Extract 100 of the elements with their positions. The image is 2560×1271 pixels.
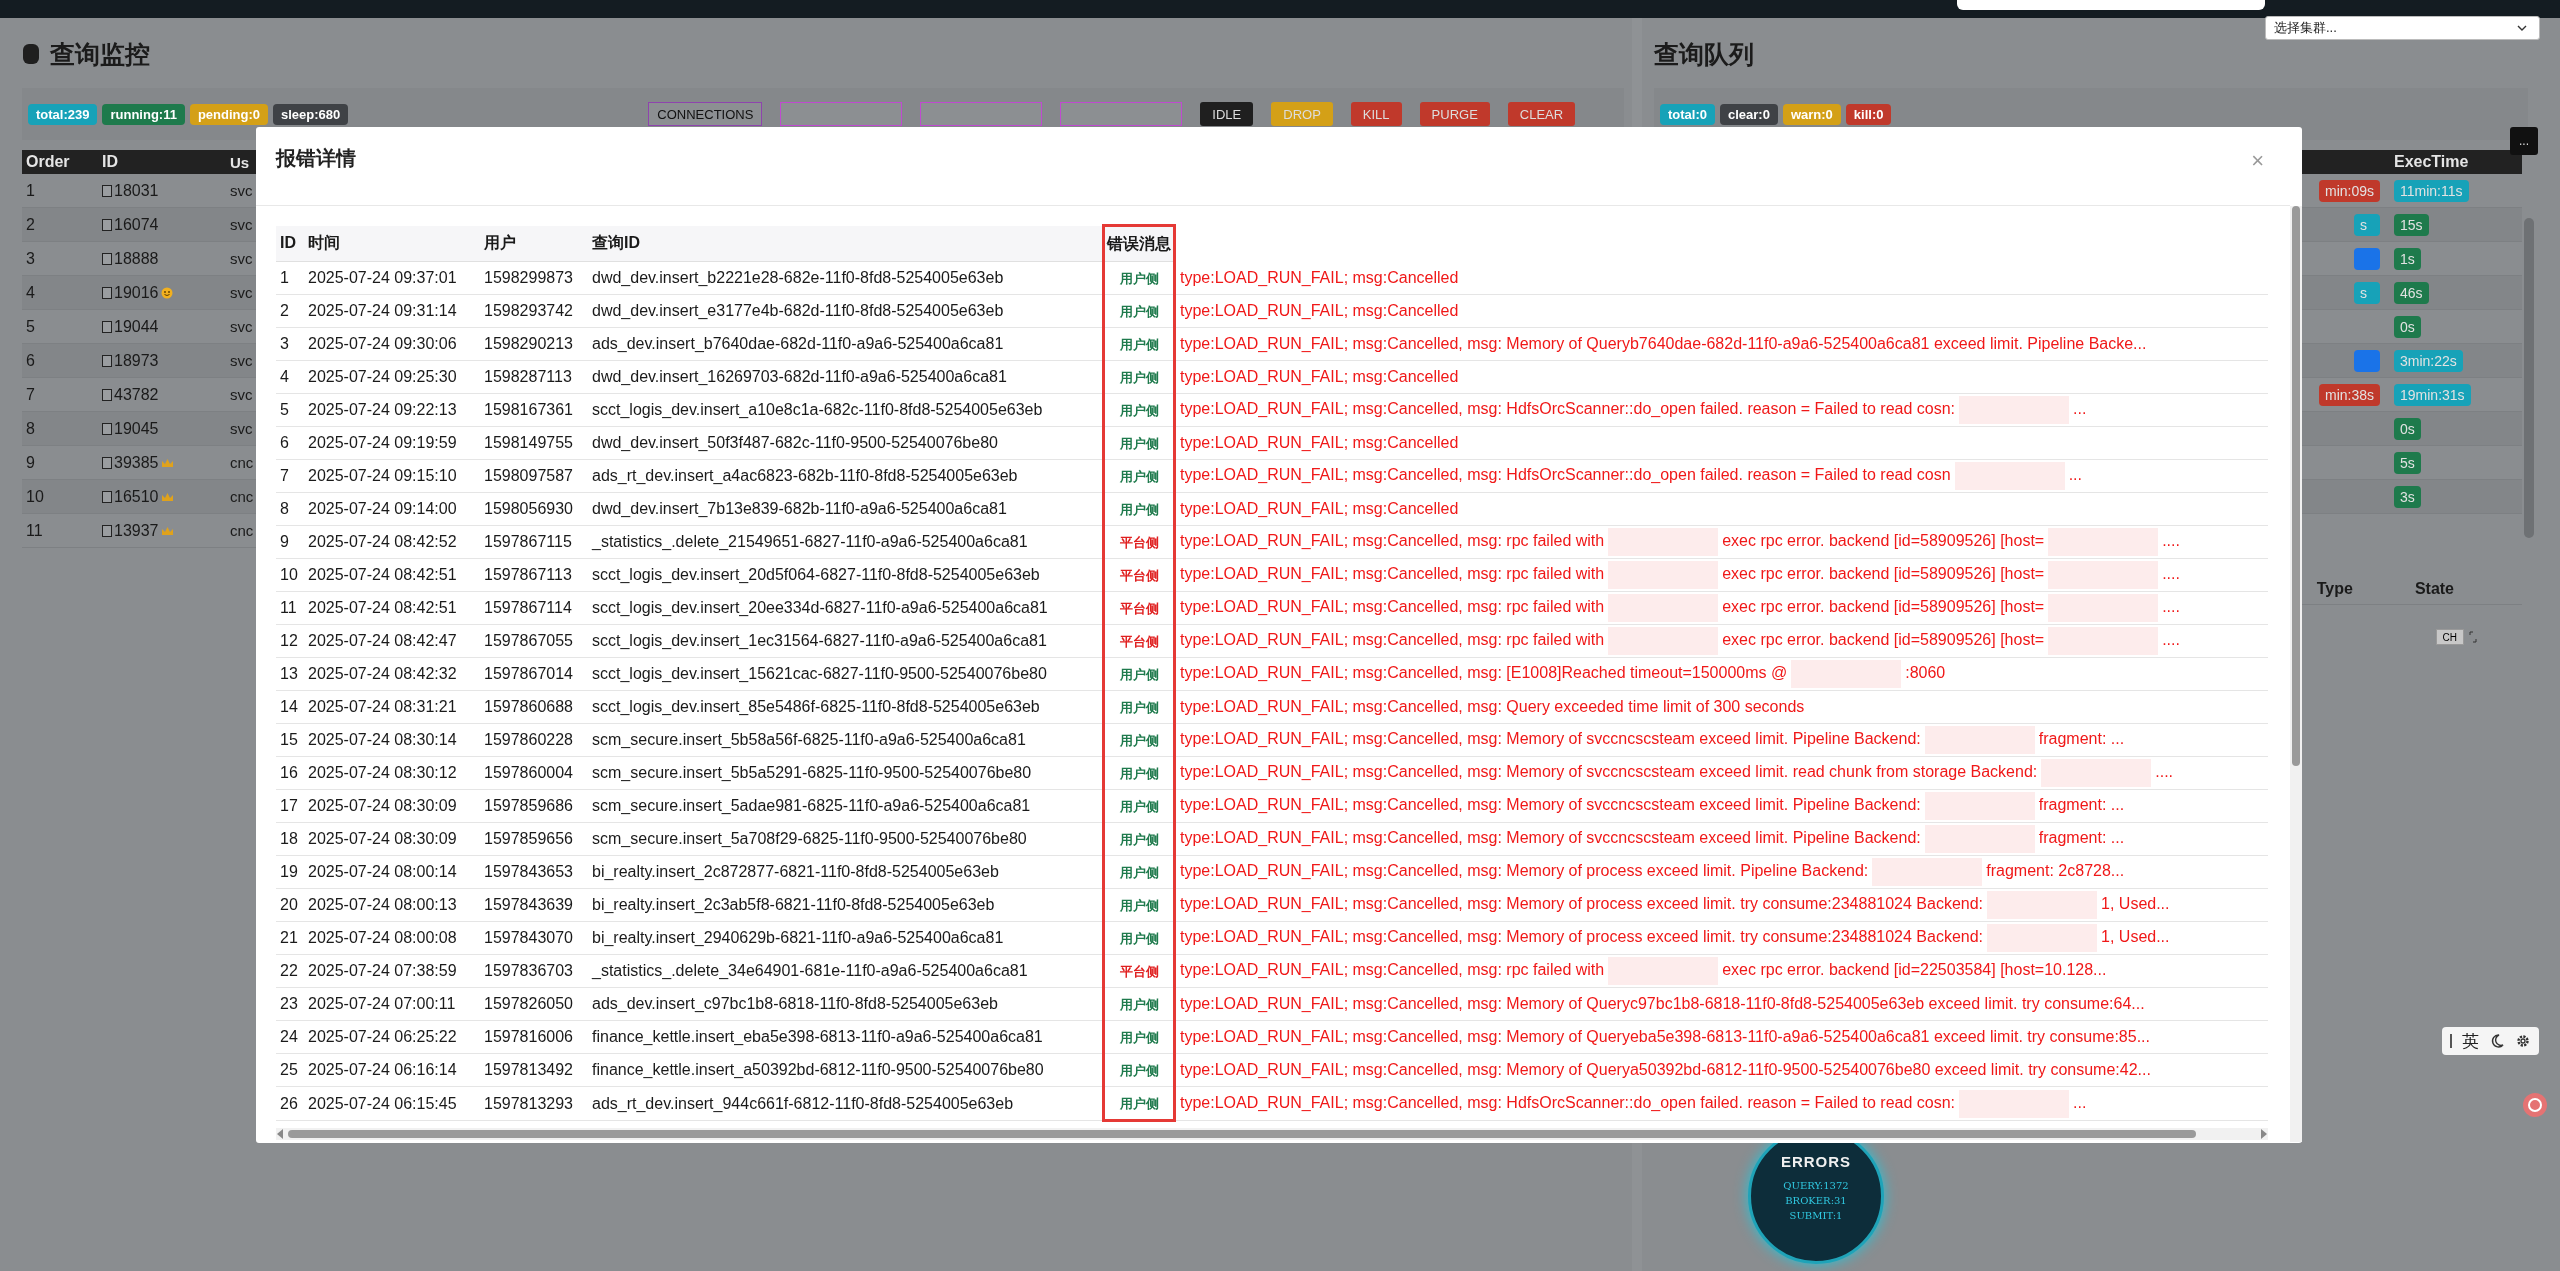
count-badge: clear:0 [1720, 103, 1778, 125]
table-cell: dwd_dev.insert_e3177e4b-682d-11f0-8fd8-5254005e63eb [588, 294, 1104, 328]
error-message: type:LOAD_RUN_FAIL; msg:Cancelled, msg: Memory of Querya50392bd-6812-11f0-9500-52540076be80 exceed limit. try consume:42... [1180, 1061, 2151, 1078]
table-cell: 1597867055 [480, 624, 588, 658]
time-badge: min:38s [2318, 383, 2380, 406]
checkbox[interactable] [102, 354, 112, 367]
table-cell-text: svc [229, 318, 253, 335]
table-cell: 21 [276, 921, 304, 955]
error-message: type:LOAD_RUN_FAIL; msg:Cancelled, msg: rpc failed with [1180, 631, 1605, 649]
checkbox[interactable] [102, 456, 112, 469]
table-cell-text: 4 [25, 283, 36, 302]
error-message: type:LOAD_RUN_FAIL; msg:Cancelled [1180, 368, 1459, 385]
table-cell: ads_rt_dev.insert_a4ac6823-682b-11f0-8fd8-5254005e63eb [588, 459, 1104, 493]
time-badge: 5s [2394, 451, 2421, 474]
time-badge: 3s [2394, 485, 2421, 508]
action-button[interactable]: CLEAR [1507, 102, 1576, 126]
column-header: 时间 [304, 225, 480, 262]
table-cell: 23 [276, 987, 304, 1021]
table-cell: dwd_dev.insert_16269703-682d-11f0-a9a6-525400a6ca81 [588, 360, 1104, 394]
table-cell: 2025-07-24 07:00:11 [304, 987, 480, 1021]
moon-icon[interactable] [2489, 1033, 2505, 1049]
table-cell: ads_rt_dev.insert_944c661f-6812-11f0-8fd8-5254005e63eb [588, 1086, 1104, 1121]
time-badge: 46s [2394, 281, 2429, 304]
error-message: exec rpc error. backend [id=58909526] [host= [1722, 565, 2045, 583]
error-message: exec rpc error. backend [id=22503584] [host=10.128... [1722, 961, 2107, 979]
table-cell-text: 9 [25, 453, 36, 472]
table-cell: 2025-07-24 08:00:13 [304, 888, 480, 922]
action-button[interactable]: CONNECTIONS [648, 102, 763, 126]
table-cell: finance_kettle.insert_eba5e398-6813-11f0-a9a6-525400a6ca81 [588, 1020, 1104, 1054]
error-message: :8060 [1905, 664, 1946, 682]
table-cell: scm_secure.insert_5b58a56f-6825-11f0-a9a6-525400a6ca81 [588, 723, 1104, 757]
table-cell: 2025-07-24 09:22:13 [304, 393, 480, 427]
assistant-icon[interactable] [2522, 1092, 2548, 1118]
panel-title: 查询队列 [1654, 38, 1754, 70]
crown-icon [160, 457, 174, 468]
cluster-select[interactable]: 选择集群... [2265, 16, 2540, 40]
table-cell-text: svc [229, 352, 253, 369]
table-cell: scct_logis_dev.insert_a10e8c1a-682c-11f0-8fd8-5254005e63eb [588, 393, 1104, 427]
checkbox[interactable] [102, 184, 112, 197]
checkbox[interactable] [102, 252, 112, 265]
panel-title: 查询监控 [50, 38, 150, 70]
time-badge: 1s [2394, 247, 2421, 270]
table-cell: 1597867115 [480, 525, 588, 559]
error-message: .... [2155, 763, 2173, 781]
table-cell: dwd_dev.insert_b2221e28-682e-11f0-8fd8-5254005e63eb [588, 261, 1104, 295]
table-cell: 2025-07-24 08:30:12 [304, 756, 480, 790]
table-cell-text: cnc [229, 454, 254, 471]
table-cell: 2025-07-24 07:38:59 [304, 954, 480, 988]
table-cell: 25 [276, 1053, 304, 1087]
checkbox[interactable] [102, 320, 112, 333]
table-cell-text: 5 [25, 317, 36, 336]
table-cell: 1597843653 [480, 855, 588, 889]
table-cell: 39385 [114, 453, 159, 472]
error-message: type:LOAD_RUN_FAIL; msg:Cancelled, msg: rpc failed with [1180, 961, 1605, 979]
dialog-title: 报错详情 [276, 145, 356, 171]
table-cell: 2025-07-24 06:16:14 [304, 1053, 480, 1087]
more-button[interactable]: ... [2510, 127, 2538, 155]
count-badge: running:11 [102, 103, 185, 125]
scrollbar[interactable] [2524, 218, 2534, 538]
table-cell: 16510 [114, 487, 159, 506]
checkbox[interactable] [102, 422, 112, 435]
table-cell: 1597813492 [480, 1053, 588, 1087]
column-header: State [2414, 580, 2454, 598]
checkbox[interactable] [102, 218, 112, 231]
horizontal-scrollbar[interactable] [276, 1128, 2268, 1140]
table-cell: scct_logis_dev.insert_20ee334d-6827-11f0-a9a6-525400a6ca81 [588, 591, 1104, 625]
table-cell: _statistics_.delete_34e64901-681e-11f0-a9a6-525400a6ca81 [588, 954, 1104, 988]
checkbox[interactable] [102, 490, 112, 503]
language-toggle[interactable]: 英 [2462, 1029, 2479, 1053]
column-header: ID [102, 153, 119, 171]
table-cell: 2025-07-24 06:25:22 [304, 1020, 480, 1054]
table-cell: 16074 [114, 215, 159, 234]
action-button[interactable]: IDLE [1200, 102, 1254, 126]
table-cell: 1597859686 [480, 789, 588, 823]
table-cell: scm_secure.insert_5a708f29-6825-11f0-9500-52540076be80 [588, 822, 1104, 856]
checkbox[interactable] [102, 524, 112, 537]
table-cell: 2025-07-24 08:31:21 [304, 690, 480, 724]
action-button[interactable]: KILL [1350, 102, 1402, 126]
error-message: fragment: 2c8728... [1986, 862, 2125, 880]
ch-button[interactable]: CH [2435, 629, 2464, 645]
column-header: ExecTime [2394, 153, 2470, 171]
settings-icon[interactable] [2515, 1033, 2531, 1049]
table-cell-text: 10 [25, 487, 45, 506]
count-badge: kill:0 [1845, 103, 1892, 125]
count-badge: total:0 [1660, 103, 1715, 125]
table-cell: 12 [276, 624, 304, 658]
table-cell: 14 [276, 690, 304, 724]
error-message: type:LOAD_RUN_FAIL; msg:Cancelled, msg: HdfsOrcScanner::do_open failed. reason = Failed to read cosn: [1180, 1093, 1956, 1111]
table-cell-text: 8 [25, 419, 36, 438]
table-cell: 24 [276, 1020, 304, 1054]
count-badge: sleep:680 [273, 103, 349, 125]
error-message: fragment: ... [2038, 730, 2125, 748]
error-message: type:LOAD_RUN_FAIL; msg:Cancelled, msg: Memory of process exceed limit. try consume:234881024 Backend: [1180, 928, 1984, 946]
table-cell: 9 [276, 525, 304, 559]
vertical-scrollbar[interactable] [2290, 206, 2302, 1142]
table-cell: 7 [276, 459, 304, 493]
checkbox[interactable] [102, 388, 112, 401]
action-button[interactable]: PURGE [1419, 102, 1490, 126]
checkbox[interactable] [102, 286, 112, 299]
table-cell: 1597843070 [480, 921, 588, 955]
